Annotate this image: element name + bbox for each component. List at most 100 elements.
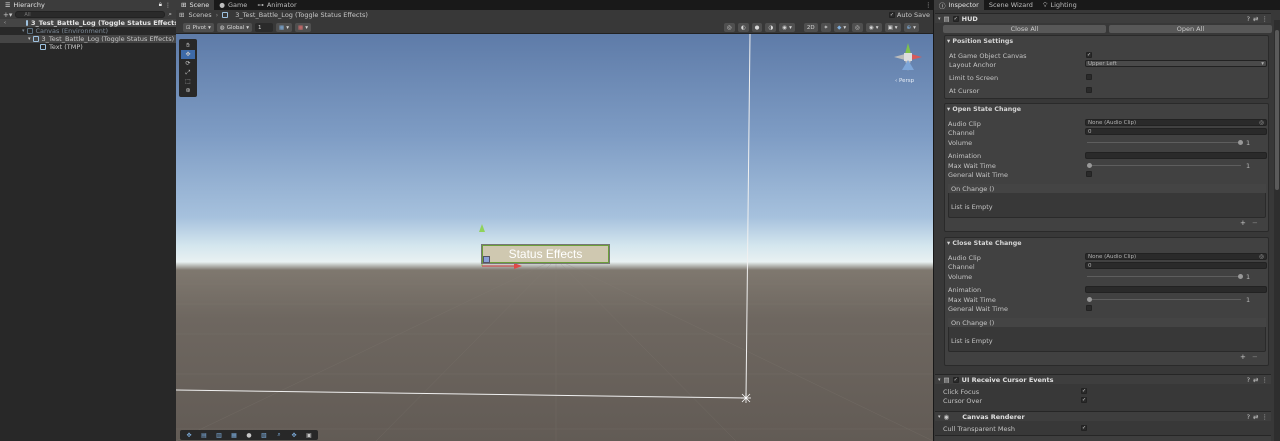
object-picker-icon[interactable]: ◎ bbox=[1259, 254, 1264, 260]
sphere-icon[interactable]: ● bbox=[242, 431, 256, 440]
close-volume-slider[interactable] bbox=[1087, 276, 1241, 277]
fx-toggle[interactable]: ◎ bbox=[852, 23, 863, 32]
more-menu-icon[interactable]: ⋮ bbox=[1262, 413, 1269, 421]
hand-tool-icon[interactable]: ✋︎ bbox=[181, 41, 195, 50]
draw-mode-button[interactable]: ◎ bbox=[724, 23, 735, 32]
open-all-button[interactable]: Open All bbox=[1109, 25, 1272, 33]
close-state-header[interactable]: ▾ Close State Change bbox=[947, 240, 1022, 247]
close-all-button[interactable]: Close All bbox=[943, 25, 1106, 33]
open-volume-value[interactable]: 1 bbox=[1246, 139, 1250, 147]
scale-tool-icon[interactable]: ⤢ bbox=[181, 68, 195, 77]
open-state-header[interactable]: ▾ Open State Change bbox=[947, 106, 1021, 113]
shaded-button[interactable]: ◐ bbox=[737, 23, 749, 32]
layout-icon[interactable]: ▤ bbox=[197, 431, 211, 440]
rect-tool-icon[interactable]: ⬚ bbox=[181, 77, 195, 86]
anchor-handle[interactable] bbox=[483, 256, 490, 263]
toggle-2d-button[interactable]: 2D bbox=[803, 23, 818, 32]
layout-icon[interactable]: ▥ bbox=[212, 431, 226, 440]
next-component-header[interactable] bbox=[935, 435, 1271, 441]
close-channel-input[interactable]: 0 bbox=[1085, 262, 1267, 269]
position-settings-header[interactable]: ▾ Position Settings bbox=[947, 38, 1013, 45]
limit-to-screen-checkbox[interactable] bbox=[1086, 74, 1092, 80]
visibility-toggle[interactable]: ◉ ▾ bbox=[865, 23, 882, 32]
status-effects-button[interactable]: Status Effects bbox=[481, 244, 610, 264]
render-options[interactable]: ◉ ▾ bbox=[779, 23, 795, 32]
close-general-wait-checkbox[interactable] bbox=[1086, 305, 1092, 311]
cull-transparent-mesh-checkbox[interactable]: ✓ bbox=[1081, 425, 1087, 431]
add-icon[interactable]: + bbox=[1240, 353, 1246, 361]
help-icon[interactable]: ? bbox=[1247, 413, 1250, 421]
add-icon[interactable]: +▾ bbox=[3, 11, 12, 19]
layout-icon[interactable]: ▦ bbox=[227, 431, 241, 440]
more-menu-icon[interactable]: ⋮ bbox=[1262, 15, 1269, 23]
close-volume-knob[interactable] bbox=[1238, 274, 1243, 279]
lit-button[interactable]: ● bbox=[751, 23, 763, 32]
remove-icon[interactable]: − bbox=[1252, 353, 1258, 361]
move-tool-icon[interactable]: ✥ bbox=[287, 431, 301, 440]
lock-icon[interactable]: 🔒︎ bbox=[159, 1, 162, 9]
snap-toggle[interactable]: ▦ ▾ bbox=[294, 23, 311, 32]
open-channel-input[interactable]: 0 bbox=[1085, 128, 1267, 135]
open-max-wait-value[interactable]: 1 bbox=[1246, 162, 1250, 170]
hierarchy-scene-row[interactable]: ‹ 3_Test_Battle_Log (Toggle Status Effec… bbox=[0, 19, 188, 27]
grid-snap-input[interactable]: 1 bbox=[255, 23, 274, 32]
tab-animator[interactable]: ⊶ Animator bbox=[252, 0, 301, 10]
hierarchy-search-input[interactable]: All bbox=[15, 11, 166, 18]
cursor-over-checkbox[interactable]: ✓ bbox=[1081, 397, 1087, 403]
remove-icon[interactable]: − bbox=[1252, 219, 1258, 227]
preset-icon[interactable]: ⇄ bbox=[1253, 413, 1258, 421]
auto-save-checkbox[interactable]: ✓ bbox=[888, 12, 895, 18]
at-game-object-canvas-checkbox[interactable]: ✓ bbox=[1086, 52, 1092, 58]
open-max-wait-slider[interactable] bbox=[1087, 165, 1241, 166]
scene-viewport[interactable]: ✋︎ ✥ ⟳ ⤢ ⬚ ⊛ ‹ Persp Status Effects ✥ ▤ … bbox=[176, 34, 933, 441]
camera-icon[interactable]: ▣ bbox=[302, 431, 316, 440]
hierarchy-text-row[interactable]: Text (TMP) bbox=[0, 43, 176, 51]
camera-toggle[interactable]: ▣ ▾ bbox=[884, 23, 901, 32]
at-cursor-checkbox[interactable] bbox=[1086, 87, 1092, 93]
tab-lighting[interactable]: 💡︎ Lighting bbox=[1038, 0, 1082, 10]
close-animation-field[interactable] bbox=[1085, 286, 1267, 293]
tab-hierarchy[interactable]: ☰ Hierarchy 🔒︎ ⋮ bbox=[0, 0, 176, 10]
layout-anchor-dropdown[interactable]: Upper Left ▾ bbox=[1085, 60, 1267, 67]
move-tool-icon[interactable]: ✥ bbox=[182, 431, 196, 440]
tab-inspector[interactable]: ⓘ Inspector bbox=[934, 0, 984, 10]
more-menu-icon[interactable]: ⋮ bbox=[1262, 376, 1269, 384]
orientation-gizmo[interactable] bbox=[891, 40, 925, 80]
ui-receive-enabled-checkbox[interactable]: ✓ bbox=[952, 376, 959, 383]
gizmos-toggle[interactable]: ⊕ ▾ bbox=[903, 23, 919, 32]
ui-receive-component-header[interactable]: ▾ ▤ ✓ UI Receive Cursor Events ? ⇄ ⋮ bbox=[935, 374, 1271, 384]
tab-game[interactable]: ● Game bbox=[214, 0, 252, 10]
close-audio-clip-field[interactable]: None (Audio Clip) ◎ bbox=[1085, 253, 1267, 260]
move-tool-icon[interactable]: ✥ bbox=[181, 50, 195, 59]
preset-icon[interactable]: ⇄ bbox=[1253, 15, 1258, 23]
close-volume-value[interactable]: 1 bbox=[1246, 273, 1250, 281]
click-focus-checkbox[interactable]: ✓ bbox=[1081, 388, 1087, 394]
rotate-tool-icon[interactable]: ⟳ bbox=[181, 59, 195, 68]
scene-more-icon[interactable]: ⋮ bbox=[925, 1, 932, 9]
pivot-dropdown[interactable]: ⊡ Pivot ▾ bbox=[183, 23, 214, 32]
inspector-scroll-thumb[interactable] bbox=[1275, 30, 1279, 190]
hud-enabled-checkbox[interactable]: ✓ bbox=[952, 15, 959, 22]
more-menu-icon[interactable]: ⋮ bbox=[165, 2, 171, 9]
close-max-wait-value[interactable]: 1 bbox=[1246, 296, 1250, 304]
close-max-wait-knob[interactable] bbox=[1087, 297, 1092, 302]
tab-scene[interactable]: ⊞ Scene bbox=[176, 0, 215, 10]
close-max-wait-slider[interactable] bbox=[1087, 299, 1241, 300]
open-volume-slider[interactable] bbox=[1087, 142, 1241, 143]
canvas-renderer-component-header[interactable]: ▾ ◉ Canvas Renderer ? ⇄ ⋮ bbox=[935, 411, 1271, 421]
tab-scene-wizard[interactable]: Scene Wizard bbox=[984, 0, 1038, 10]
add-icon[interactable]: + bbox=[1240, 219, 1246, 227]
grid-toggle[interactable]: ▦ ▾ bbox=[276, 23, 292, 32]
preset-icon[interactable]: ⇄ bbox=[1253, 376, 1258, 384]
auto-save-toggle[interactable]: ✓ Auto Save bbox=[888, 11, 930, 19]
audio-toggle[interactable]: ◆ ▾ bbox=[834, 23, 850, 32]
transform-tool-icon[interactable]: ⊛ bbox=[181, 86, 195, 95]
hierarchy-canvas-row[interactable]: ▾ Canvas (Environment) bbox=[0, 27, 176, 35]
light-toggle[interactable]: ✶ bbox=[820, 23, 832, 32]
hierarchy-hud-row[interactable]: ▾ 3_Test_Battle_Log (Toggle Status Effec… bbox=[0, 35, 176, 43]
unlit-button[interactable]: ◑ bbox=[765, 23, 777, 32]
object-picker-icon[interactable]: ◎ bbox=[1259, 120, 1264, 126]
help-icon[interactable]: ? bbox=[1247, 15, 1250, 23]
persp-label[interactable]: ‹ Persp bbox=[895, 78, 914, 84]
open-volume-knob[interactable] bbox=[1238, 140, 1243, 145]
